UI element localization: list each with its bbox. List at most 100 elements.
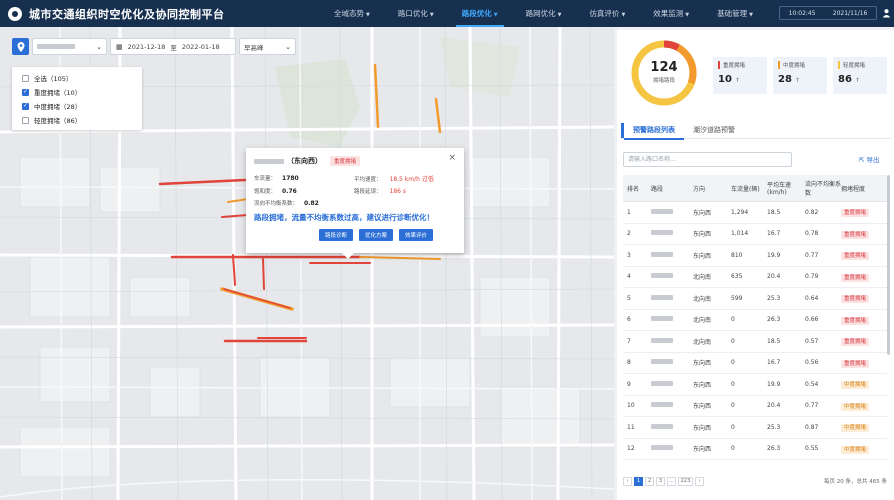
legend-moderate[interactable]: 中度拥堵（28） [22, 99, 132, 113]
page-button[interactable]: 223 [678, 476, 693, 486]
checkbox[interactable] [22, 88, 29, 96]
region-select[interactable]: ⌄ [32, 38, 107, 55]
table-row[interactable]: 11 东向西 0 25.3 0.87 中度拥堵 [623, 417, 887, 439]
table-scrollbar[interactable] [887, 175, 890, 355]
cell-flow: 0 [731, 337, 735, 345]
total-congested-label: 拥堵路段 [652, 78, 675, 84]
checkbox[interactable] [22, 74, 29, 82]
chevron-down-icon: ▼ [557, 12, 562, 18]
cell-speed: 25.3 [767, 294, 781, 302]
legend-severe[interactable]: 重度拥堵（10） [22, 85, 132, 99]
cell-coefficient: 0.79 [805, 273, 819, 281]
tab-tidal-warning[interactable]: 潮汐道路预警 [684, 123, 744, 138]
arrow-up-icon: ↑ [794, 77, 800, 84]
cell-flow: 0 [731, 380, 735, 388]
cell-direction: 东向西 [693, 252, 712, 260]
chevron-down-icon: ⌄ [96, 42, 102, 51]
table-row[interactable]: 6 北向南 0 26.3 0.66 重度拥堵 [623, 310, 887, 331]
delay-stat: 路段延误： 186 s [354, 188, 407, 195]
arrow-up-icon: ↑ [734, 77, 740, 84]
stat-severe: 重度拥堵 10 ↑ [713, 57, 767, 94]
diagnosis-alert: 路段拥堵，流量不均衡系数过高，建议进行诊断优化！ [254, 213, 434, 222]
table-row[interactable]: 4 北向南 635 20.4 0.79 重度拥堵 [623, 267, 887, 288]
nav-item-intersection[interactable]: 路口优化 ▼ [384, 0, 448, 27]
severity-badge: 重度拥堵 [841, 252, 870, 261]
close-icon[interactable]: × [448, 153, 456, 163]
prev-page-button[interactable]: ‹ [623, 476, 632, 486]
legend-select-all[interactable]: 全选（105） [22, 71, 132, 85]
cell-level: 中度拥堵 [841, 423, 887, 433]
severity-badge: 中度拥堵 [841, 402, 870, 411]
cell-coefficient: 0.82 [805, 208, 819, 216]
location-pin-icon[interactable] [12, 38, 29, 55]
cell-flow: 1,014 [731, 230, 749, 238]
pagination-info: 每页 20 条，总共 465 条 [824, 479, 887, 485]
checkbox[interactable] [22, 102, 29, 110]
cell-segment [651, 294, 693, 302]
nav-item-road-segment[interactable]: 路段优化 ▼ [448, 0, 512, 27]
optimize-plan-button[interactable]: 优化方案 [359, 229, 394, 241]
nav-item-network[interactable]: 路网优化 ▼ [512, 0, 576, 27]
page-button[interactable]: 3 [656, 476, 665, 486]
cell-direction: 东向西 [693, 231, 712, 239]
map-view[interactable]: ⌄ ▦ 2021-12-18 至 2022-01-18 早高峰 ⌄ 全选（105… [0, 27, 614, 500]
cell-direction: 东向西 [693, 209, 712, 217]
nav-item-monitoring[interactable]: 效果监测 ▼ [639, 0, 703, 27]
cell-coefficient: 0.77 [805, 402, 819, 410]
severity-badge: 中度拥堵 [841, 445, 870, 454]
table-row[interactable]: 12 东向西 0 26.3 0.55 中度拥堵 [623, 439, 887, 460]
search-input[interactable]: 请输入路口名称... [623, 152, 792, 167]
table-header: 排名 路段 方向 车流量(辆) 平均车速(km/h) 流向不均衡系数 拥堵程度 [623, 175, 887, 202]
segment-direction: （东向西） [287, 157, 322, 165]
cell-flow: 0 [731, 423, 735, 431]
legend-light[interactable]: 轻度拥堵（86） [22, 113, 132, 127]
table-row[interactable]: 5 北向南 599 25.3 0.64 重度拥堵 [623, 288, 887, 310]
cell-level: 中度拥堵 [841, 402, 887, 411]
severity-badge: 重度拥堵 [841, 359, 870, 368]
cell-speed: 25.3 [767, 423, 781, 431]
app-logo-icon [8, 6, 22, 21]
tab-warning-list[interactable]: 预警路段列表 [621, 123, 684, 140]
table-row[interactable]: 10 东向西 0 20.4 0.77 中度拥堵 [623, 396, 887, 417]
table-row[interactable]: 8 东向西 0 16.7 0.56 重度拥堵 [623, 353, 887, 374]
cell-coefficient: 0.64 [805, 294, 819, 302]
cell-speed: 20.4 [767, 402, 781, 410]
page-button[interactable]: 1 [634, 476, 643, 486]
table-row[interactable]: 9 东向西 0 19.9 0.54 中度拥堵 [623, 374, 887, 396]
nav-item-management[interactable]: 基础管理 ▼ [703, 0, 767, 27]
flow-stat: 车流量： 1780 [254, 175, 299, 182]
cell-level: 中度拥堵 [841, 445, 887, 454]
current-date: 2021/11/16 [832, 9, 868, 17]
export-button[interactable]: ⇱ 导出 [859, 154, 880, 164]
cell-rank: 3 [627, 251, 631, 259]
checkbox[interactable] [22, 116, 29, 124]
table-row[interactable]: 2 东向西 1,014 16.7 0.78 重度拥堵 [623, 224, 887, 245]
table-row[interactable]: 7 北向南 0 18.5 0.57 重度拥堵 [623, 331, 887, 353]
nav-item-overview[interactable]: 全域态势 ▼ [320, 0, 384, 27]
severity-badge: 中度拥堵 [841, 381, 870, 390]
peak-select[interactable]: 早高峰 ⌄ [239, 38, 296, 55]
cell-level: 重度拥堵 [841, 230, 887, 239]
next-page-button[interactable]: › [695, 476, 704, 486]
page-button[interactable]: 2 [645, 476, 654, 486]
right-panel: 124 拥堵路段 重度拥堵 10 ↑ 中度拥堵 28 ↑ 轻度拥堵 86 ↑ 预警路段… [617, 30, 894, 500]
chevron-down-icon: ⌄ [285, 42, 291, 51]
cell-rank: 10 [627, 402, 635, 410]
user-icon[interactable] [882, 8, 891, 18]
diagnose-button[interactable]: 路段诊断 [319, 229, 354, 241]
cell-level: 重度拥堵 [841, 208, 887, 218]
nav-item-simulation[interactable]: 仿真评价 ▼ [575, 0, 639, 27]
table-row[interactable]: 1 东向西 1,294 18.5 0.82 重度拥堵 [623, 202, 887, 224]
date-range-picker[interactable]: ▦ 2021-12-18 至 2022-01-18 [110, 38, 236, 55]
cell-segment [651, 380, 693, 388]
cell-coefficient: 0.57 [805, 337, 819, 345]
chevron-down-icon: ▼ [685, 12, 690, 18]
cell-direction: 东向西 [693, 360, 712, 368]
cell-flow: 599 [731, 294, 743, 302]
cell-level: 重度拥堵 [841, 273, 887, 282]
cell-speed: 20.4 [767, 273, 781, 281]
cell-segment [651, 337, 693, 345]
table-row[interactable]: 3 东向西 810 19.9 0.77 重度拥堵 [623, 245, 887, 267]
severity-badge: 重度拥堵 [841, 230, 870, 239]
evaluate-button[interactable]: 效果评价 [399, 229, 434, 241]
